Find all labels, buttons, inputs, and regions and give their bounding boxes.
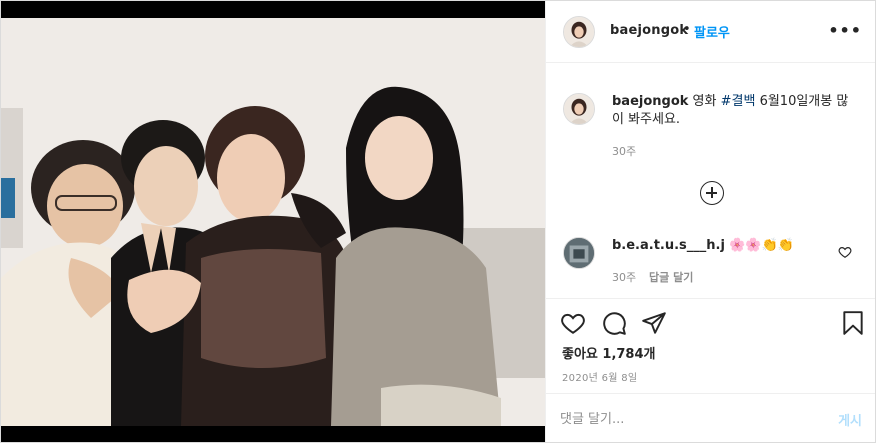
caption-timestamp[interactable]: 30주: [612, 143, 636, 159]
caption-text: baejongok 영화 #결백 6월10일개봉 많이 봐주세요.: [612, 93, 852, 129]
post-sidebar: baejongok • 팔로우 ••• baejongok 영화 #결백 6월1…: [545, 1, 875, 442]
comment-like-heart-icon[interactable]: [838, 245, 852, 259]
comment-emoji: 🌸🌸👏👏: [729, 238, 794, 253]
follow-button[interactable]: 팔로우: [694, 22, 730, 41]
post-comment-button[interactable]: 게시: [838, 410, 862, 429]
more-options-icon[interactable]: •••: [828, 21, 862, 40]
author-username[interactable]: baejongok: [610, 23, 688, 38]
comment-composer: 게시: [546, 393, 875, 442]
commenter-avatar[interactable]: [563, 237, 595, 269]
post-photo[interactable]: [1, 18, 545, 426]
post-photo-area: [1, 1, 545, 442]
bookmark-icon[interactable]: [840, 310, 866, 336]
group-photo-illustration: [1, 18, 545, 426]
caption-text-before: 영화: [688, 94, 721, 109]
post-date[interactable]: 2020년 6월 8일: [562, 369, 637, 384]
post-header: baejongok • 팔로우 •••: [546, 1, 875, 63]
instagram-post-modal: baejongok • 팔로우 ••• baejongok 영화 #결백 6월1…: [0, 0, 876, 443]
author-avatar[interactable]: [563, 16, 595, 48]
comment-text: b.e.a.t.u.s___h.j 🌸🌸👏👏: [612, 238, 794, 253]
caption-hashtag[interactable]: #결백: [721, 94, 756, 109]
caption-username[interactable]: baejongok: [612, 94, 688, 109]
heart-icon[interactable]: [560, 310, 586, 336]
commenter-username[interactable]: b.e.a.t.u.s___h.j: [612, 238, 725, 253]
reply-button[interactable]: 답글 달기: [649, 269, 693, 285]
comment-timestamp[interactable]: 30주: [612, 269, 636, 285]
comment-input[interactable]: [560, 408, 800, 430]
separator-dot: •: [683, 22, 691, 37]
caption-avatar[interactable]: [563, 93, 595, 125]
action-bar: [546, 298, 875, 346]
likes-count[interactable]: 좋아요 1,784개: [562, 343, 656, 362]
share-icon[interactable]: [641, 310, 667, 336]
comment-icon[interactable]: [601, 310, 627, 336]
plus-circle-icon[interactable]: [700, 181, 724, 205]
